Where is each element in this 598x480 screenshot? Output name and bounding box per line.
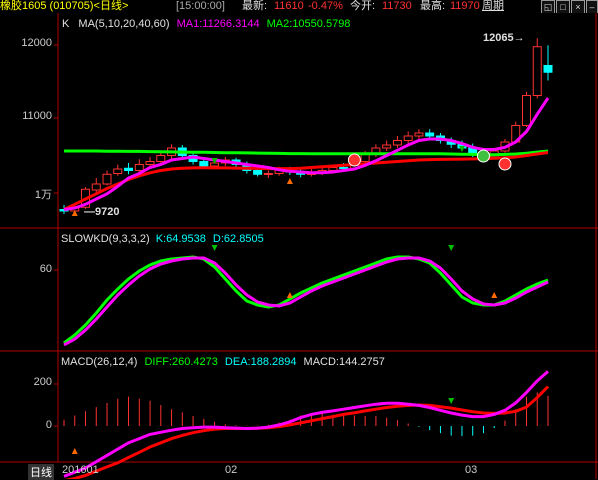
high-price-text: 12065: [483, 32, 514, 44]
candle-body: [134, 164, 144, 171]
macd-axis-200: 200: [33, 376, 52, 388]
candle-body: [113, 168, 123, 174]
candle-body: [124, 167, 134, 171]
candle-body: [392, 140, 402, 146]
candle-body: [253, 170, 263, 175]
macd-diff-line: [63, 370, 549, 478]
candle-body: [102, 173, 112, 185]
candle-body: [339, 167, 349, 169]
macd-dea-value: DEA:188.2894: [224, 356, 297, 368]
buy-arrow-icon: [286, 178, 293, 184]
kd-d-value: D:62.8505: [212, 233, 264, 245]
k-label: K: [62, 18, 70, 30]
candle-body: [532, 46, 542, 96]
buy-arrow-icon: [491, 292, 498, 298]
candle-body: [414, 132, 424, 137]
low-price-text: 9720: [95, 206, 120, 218]
x-label-02: 02: [225, 464, 238, 476]
sell-arrow-icon: [448, 245, 455, 251]
ma2-value: MA2:10550.5798: [266, 18, 351, 30]
high-price-marker: 12065→: [483, 32, 525, 44]
ma3-line: [63, 151, 549, 211]
macd-axis-0: 0: [45, 419, 52, 431]
candle-body: [328, 167, 338, 171]
macd-hist-value: MACD:144.2757: [303, 356, 385, 368]
price-axis-12000: 12000: [21, 37, 52, 49]
ma1-value: MA1:11266.3144: [176, 18, 260, 30]
main-panel-legend: K MA(5,10,20,40,60) MA1:11266.3144 MA2:1…: [62, 18, 350, 31]
candle-body: [382, 144, 392, 149]
kd-d-line: [63, 256, 549, 347]
candle-body: [199, 161, 209, 167]
candle-body: [425, 132, 435, 137]
smiley-icon: [498, 157, 512, 171]
kd-k-value: K:64.9538: [155, 233, 206, 245]
buy-arrow-icon: [71, 448, 78, 454]
ma-params: MA(5,10,20,40,60): [78, 18, 170, 30]
period-tab-daily[interactable]: 日线: [28, 464, 54, 480]
candle-body: [263, 173, 273, 175]
buy-arrow-icon: [286, 292, 293, 298]
candle-body: [156, 155, 166, 162]
macd-diff-value: DIFF:260.4273: [144, 356, 218, 368]
x-label-03: 03: [465, 464, 478, 476]
x-label-201601: 201601: [62, 464, 99, 476]
candle-body: [91, 183, 101, 191]
price-axis-10000: 1万: [34, 189, 52, 201]
price-axis-11000: 11000: [22, 110, 52, 122]
sell-arrow-icon: [458, 146, 465, 152]
smiley-icon: [347, 153, 361, 167]
low-price-marker: —9720: [84, 206, 120, 218]
kd-panel-legend: SLOWKD(9,3,3,2) K:64.9538 D:62.8505: [61, 233, 264, 246]
kd-axis-60: 60: [39, 263, 52, 275]
candle-body: [403, 135, 413, 141]
candle-body: [543, 65, 553, 73]
candle-body: [145, 161, 155, 165]
sell-arrow-icon: [448, 398, 455, 404]
macd-params: MACD(26,12,4): [61, 356, 138, 368]
candle-body: [521, 95, 531, 126]
kd-params: SLOWKD(9,3,3,2): [61, 233, 150, 245]
macd-panel-legend: MACD(26,12,4) DIFF:260.4273 DEA:188.2894…: [61, 356, 385, 369]
smiley-icon: [476, 149, 490, 163]
